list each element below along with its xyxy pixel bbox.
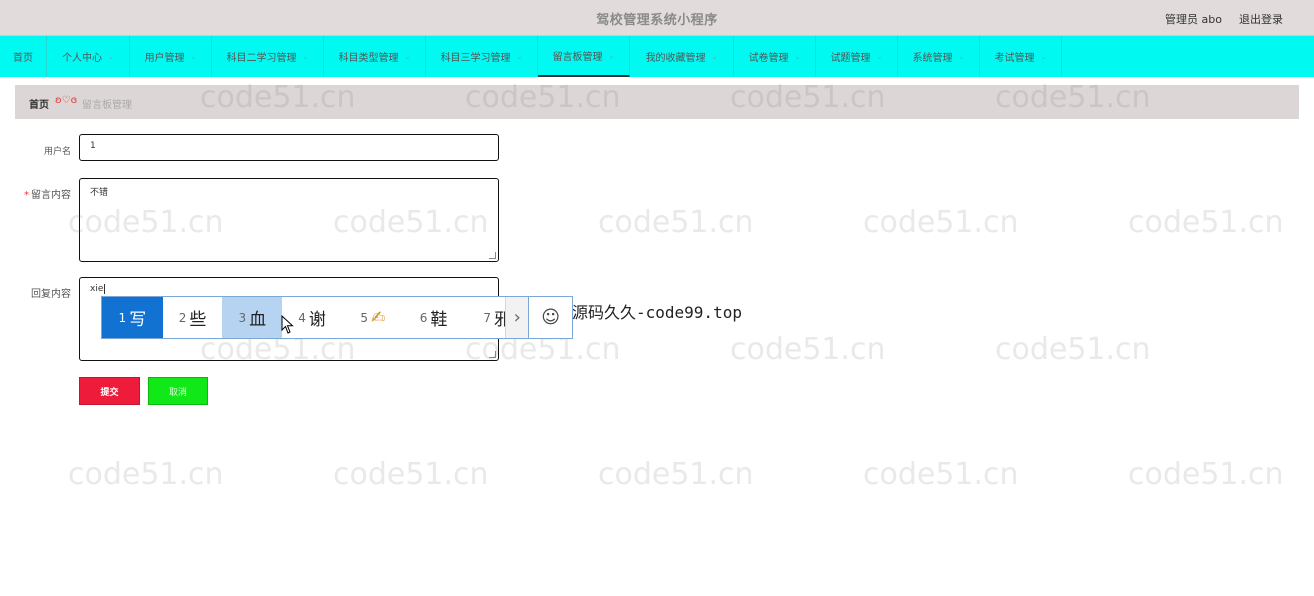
chevron-down-icon: ⌄ [958,52,965,61]
watermark: code51.cn [598,457,754,492]
nav-item-label: 系统管理 [912,53,953,64]
nav-item-user-management[interactable]: 用户管理 ⌄ [130,36,212,77]
ime-candidate[interactable]: 5 ✍ [342,297,404,338]
nav-item-system[interactable]: 系统管理 ⌄ [898,36,980,77]
nav-item-label: 科目三学习管理 [440,53,511,64]
chevron-down-icon: ⌄ [608,51,615,60]
breadcrumb-separator-icon: ʚ♡ɞ [55,95,78,106]
nav-item-questions[interactable]: 试题管理 ⌄ [816,36,898,77]
main-nav: 首页 个人中心 ⌄ 用户管理 ⌄ 科目二学习管理 ⌄ 科目类型管理 ⌄ 科目三学… [0,36,1314,77]
watermark: code51.cn [1128,457,1284,492]
username-input[interactable]: 1 [79,134,499,161]
nav-item-subject2-study[interactable]: 科目二学习管理 ⌄ [212,36,324,77]
nav-item-label: 考试管理 [994,53,1035,64]
overlay-source-text: 源码久久-code99.top [572,303,742,322]
chevron-down-icon: ⌄ [876,52,883,61]
reply-label: 回复内容 [31,289,71,300]
nav-item-favorites[interactable]: 我的收藏管理 ⌄ [630,36,734,77]
nav-item-subject3-study[interactable]: 科目三学习管理 ⌄ [426,36,538,77]
submit-button[interactable]: 提交 [79,377,140,405]
writing-hand-icon: ✍ [370,307,386,328]
breadcrumb-home[interactable]: 首页 [29,96,49,111]
ime-candidate[interactable]: 1写 [102,297,163,338]
nav-item-message-board[interactable]: 留言板管理 ⌄ [538,36,630,77]
nav-item-label: 个人中心 [62,53,103,64]
nav-item-label: 用户管理 [144,53,185,64]
ime-candidate-bar: 1写 2些 3血 4谢 5 ✍ 6鞋 7邪 › ☺ [101,296,573,339]
chevron-down-icon: ⌄ [404,52,411,61]
breadcrumb: 首页 ʚ♡ɞ 留言板管理 [15,85,1299,119]
nav-item-personal-center[interactable]: 个人中心 ⌄ [47,36,130,77]
username-value: 1 [90,141,96,151]
required-mark: * [24,190,29,201]
chevron-down-icon: ⌄ [794,52,801,61]
text-caret [104,284,106,294]
ime-candidate[interactable]: 7邪 [463,297,505,338]
username-label: 用户名 [43,147,71,157]
watermark: code51.cn [68,457,224,492]
nav-item-label: 科目二学习管理 [226,53,297,64]
nav-item-home[interactable]: 首页 [0,36,47,77]
watermark: code51.cn [863,457,1019,492]
emoji-icon[interactable]: ☺ [529,297,572,338]
ime-candidate[interactable]: 6鞋 [404,297,464,338]
app-title: 驾校管理系统小程序 [596,13,718,28]
ime-candidate[interactable]: 3血 [222,297,283,338]
current-user-label: 管理员 abo [1165,13,1222,26]
mouse-pointer-icon [281,315,294,334]
nav-item-label: 留言板管理 [552,52,603,63]
content-value: 不错 [90,188,109,198]
chevron-down-icon: ⌄ [302,52,309,61]
cancel-button[interactable]: 取消 [148,377,208,405]
message-form: 用户名 1 * 留言内容 不错 回复内容 xie 提交 取消 [15,119,1299,431]
chevron-right-icon[interactable]: › [505,297,530,338]
nav-item-exam-paper[interactable]: 试卷管理 ⌄ [734,36,816,77]
nav-item-label: 试题管理 [830,53,871,64]
resize-handle-icon[interactable] [489,252,496,259]
ime-candidate[interactable]: 2些 [163,297,223,338]
breadcrumb-current: 留言板管理 [82,100,132,111]
nav-item-subject-type[interactable]: 科目类型管理 ⌄ [324,36,426,77]
reply-value: xie [90,284,104,294]
content-textarea[interactable]: 不错 [79,178,499,262]
chevron-down-icon: ⌄ [190,52,197,61]
content-panel: 首页 ʚ♡ɞ 留言板管理 用户名 1 * 留言内容 不错 回复内容 xie 提交 … [15,85,1299,431]
content-label: * 留言内容 [24,190,71,201]
nav-item-exam[interactable]: 考试管理 ⌄ [980,36,1062,77]
chevron-down-icon: ⌄ [516,52,523,61]
top-header: 驾校管理系统小程序 管理员 abo 退出登录 [0,0,1314,36]
watermark: code51.cn [333,457,489,492]
chevron-down-icon: ⌄ [108,52,114,61]
resize-handle-icon[interactable] [489,351,496,358]
nav-item-label: 科目类型管理 [338,53,399,64]
nav-item-label: 首页 [13,53,33,64]
nav-item-label: 试卷管理 [748,53,789,64]
chevron-down-icon: ⌄ [1040,52,1047,61]
nav-item-label: 我的收藏管理 [645,53,706,64]
logout-link[interactable]: 退出登录 [1239,11,1283,27]
chevron-down-icon: ⌄ [711,52,718,61]
